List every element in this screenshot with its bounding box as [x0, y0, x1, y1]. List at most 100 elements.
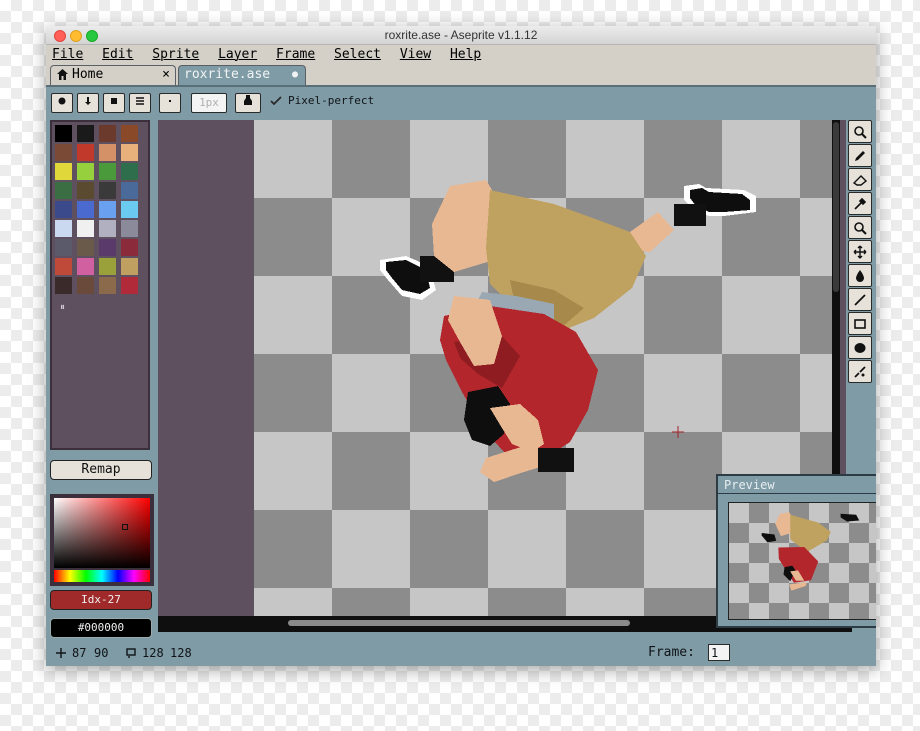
pixel-perfect-label[interactable]: Pixel-perfect — [288, 94, 374, 107]
foreground-color-button[interactable]: Idx-27 — [50, 590, 152, 610]
preview-title: Preview — [724, 478, 775, 492]
preview-image — [728, 502, 876, 620]
palette-swatch[interactable] — [77, 182, 94, 199]
minimize-window-button[interactable] — [70, 30, 82, 42]
ellipse-tool-button[interactable] — [848, 336, 872, 359]
ink-type-button[interactable] — [235, 93, 261, 113]
bucket-icon — [856, 269, 864, 282]
cursor-x: 87 — [72, 646, 87, 660]
palette-swatch[interactable] — [121, 220, 138, 237]
palette-swatch[interactable] — [99, 163, 116, 180]
color-marker[interactable] — [122, 524, 128, 530]
menu-sprite[interactable]: Sprite — [152, 47, 199, 62]
cursor-position-icon — [56, 648, 66, 658]
zoom-tool-button[interactable] — [848, 216, 872, 239]
eraser-tool-button[interactable] — [848, 168, 872, 191]
palette-swatch[interactable] — [121, 125, 138, 142]
palette-swatch[interactable] — [99, 239, 116, 256]
window-title: roxrite.ase - Aseprite v1.1.12 — [384, 28, 538, 42]
tab-roxrite[interactable]: roxrite.ase ● — [178, 65, 306, 85]
palette-swatch[interactable] — [77, 163, 94, 180]
close-window-button[interactable] — [54, 30, 66, 42]
tab-roxrite-label: roxrite.ase — [184, 67, 271, 82]
preview-title-bar[interactable]: Preview — [718, 476, 876, 494]
ellipse-icon — [854, 342, 866, 353]
brush-type-arrow-button[interactable] — [77, 93, 99, 113]
menu-edit[interactable]: Edit — [102, 47, 133, 62]
brush-type-square-button[interactable] — [103, 93, 125, 113]
cursor-y: 90 — [94, 646, 109, 660]
frame-field[interactable]: 1 — [708, 644, 730, 661]
remap-button[interactable]: Remap — [50, 460, 152, 480]
checkmark-icon[interactable] — [270, 96, 282, 106]
brush-size-field[interactable]: 1px — [191, 93, 227, 113]
color-picker[interactable] — [50, 494, 154, 586]
palette-swatch[interactable] — [55, 163, 72, 180]
menu-view[interactable]: View — [400, 47, 431, 62]
palette-swatch[interactable] — [55, 258, 72, 275]
palette-panel: ⏸ — [50, 120, 150, 450]
palette-swatch[interactable] — [55, 144, 72, 161]
palette-swatch[interactable] — [77, 125, 94, 142]
brush-type-lines-button[interactable] — [129, 93, 151, 113]
background-color-button[interactable]: #000000 — [50, 618, 152, 638]
palette-swatch[interactable] — [77, 277, 94, 294]
palette-swatch[interactable] — [55, 182, 72, 199]
palette-swatch[interactable] — [77, 144, 94, 161]
tab-home-label: Home — [72, 67, 104, 82]
preview-sprite — [761, 512, 860, 591]
tab-home[interactable]: Home × — [50, 65, 176, 85]
palette-swatch[interactable] — [77, 258, 94, 275]
zoom-window-button[interactable] — [86, 30, 98, 42]
palette-swatch[interactable] — [121, 163, 138, 180]
palette-swatch[interactable] — [99, 220, 116, 237]
palette-swatch[interactable] — [121, 182, 138, 199]
palette-swatch[interactable] — [77, 220, 94, 237]
palette-swatch[interactable] — [121, 201, 138, 218]
eyedropper-tool-button[interactable] — [848, 192, 872, 215]
bucket-tool-button[interactable] — [848, 264, 872, 287]
preview-window[interactable]: Preview — [716, 474, 876, 628]
palette-swatch[interactable] — [121, 277, 138, 294]
horizontal-scroll-thumb[interactable] — [288, 620, 630, 626]
line-tool-button[interactable] — [848, 288, 872, 311]
brush-type-circle-button[interactable] — [51, 93, 73, 113]
menu-select[interactable]: Select — [334, 47, 381, 62]
palette-swatch[interactable] — [55, 201, 72, 218]
palette-swatch[interactable] — [99, 258, 116, 275]
palette-swatch[interactable] — [55, 125, 72, 142]
palette-swatch[interactable] — [55, 220, 72, 237]
ink-bottle-icon — [244, 95, 252, 105]
marquee-tool-button[interactable] — [848, 120, 872, 143]
dot-icon — [169, 100, 171, 102]
palette-swatch[interactable] — [99, 277, 116, 294]
menu-help[interactable]: Help — [450, 47, 481, 62]
menu-file[interactable]: File — [52, 47, 83, 62]
palette-swatch[interactable] — [99, 182, 116, 199]
rectangle-tool-button[interactable] — [848, 312, 872, 335]
saturation-value-field[interactable] — [54, 498, 150, 568]
palette-swatch[interactable] — [121, 144, 138, 161]
tab-close-icon[interactable]: × — [162, 66, 170, 84]
arrow-down-icon — [85, 97, 91, 105]
hue-slider[interactable] — [54, 570, 150, 582]
move-tool-button[interactable] — [848, 240, 872, 263]
palette-swatch[interactable] — [121, 258, 138, 275]
palette-swatch[interactable] — [55, 239, 72, 256]
context-bar: 1px Pixel-perfect — [46, 85, 876, 119]
palette-swatch[interactable] — [99, 144, 116, 161]
vertical-scroll-thumb[interactable] — [833, 122, 839, 292]
eraser-icon — [853, 174, 867, 186]
palette-swatch[interactable] — [55, 277, 72, 294]
brush-dot-button[interactable] — [159, 93, 181, 113]
palette-swatch[interactable] — [77, 239, 94, 256]
menu-layer[interactable]: Layer — [218, 47, 257, 62]
palette-swatch[interactable] — [77, 201, 94, 218]
status-bar: 87 90 128 128 Frame: 1 — [46, 640, 876, 666]
palette-swatch[interactable] — [99, 125, 116, 142]
palette-swatch[interactable] — [99, 201, 116, 218]
blur-tool-button[interactable] — [848, 360, 872, 383]
menu-frame[interactable]: Frame — [276, 47, 315, 62]
palette-swatch[interactable] — [121, 239, 138, 256]
pencil-tool-button[interactable] — [848, 144, 872, 167]
